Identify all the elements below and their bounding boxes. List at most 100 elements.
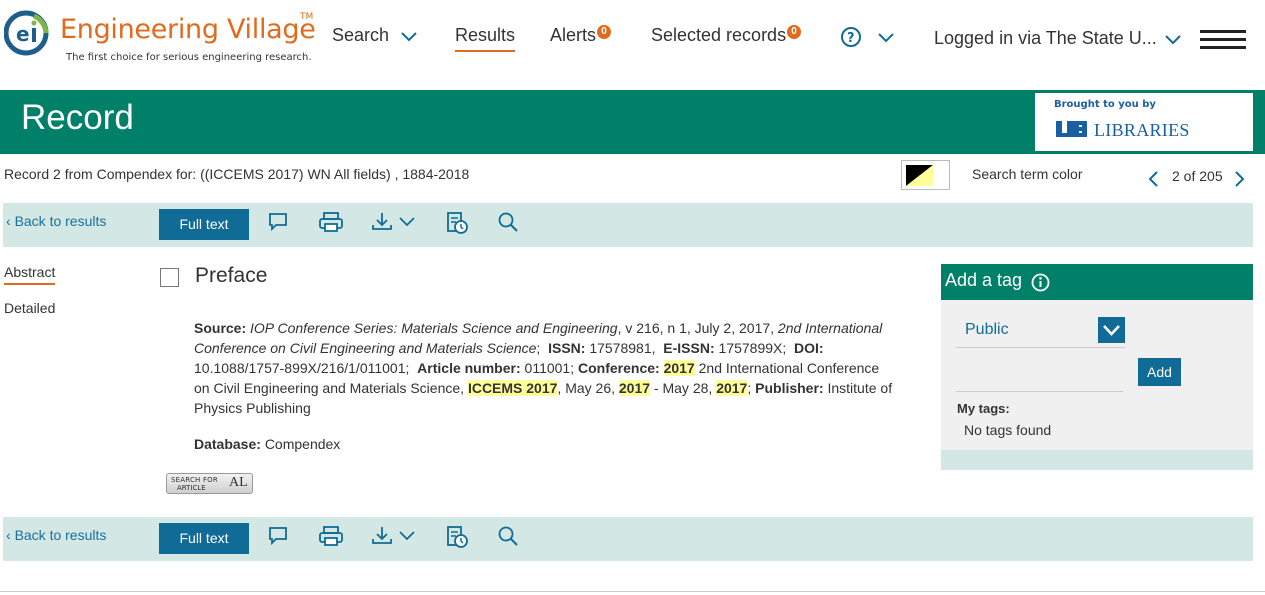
no-tags-message: No tags found (964, 422, 1052, 438)
record-toolbar-bottom: ‹ Back to results Full text (3, 517, 1253, 561)
print-icon[interactable] (318, 211, 344, 233)
top-header: e Engineering Village TM The first choic… (0, 0, 1265, 90)
chevron-right-icon[interactable] (1234, 170, 1246, 188)
database-line: Database: Compendex (194, 436, 340, 452)
full-text-button[interactable]: Full text (159, 209, 249, 240)
nav-search[interactable]: Search (332, 25, 418, 46)
nav-selected-label: Selected records (651, 25, 787, 45)
search-icon[interactable] (497, 525, 519, 547)
chevron-down-icon (878, 33, 894, 43)
sfa-bottom-label: ARTICLE (177, 484, 206, 492)
chevron-left-icon: ‹ (6, 213, 11, 229)
logo-trademark: TM (300, 12, 314, 22)
search-for-article-button[interactable]: SEARCH FOR ARTICLE AL (166, 473, 253, 494)
search-term-highlight: ICCEMS 2017 (467, 380, 558, 396)
brought-to-you-label: Brought to you by (1054, 99, 1156, 110)
page-title: Record (21, 98, 134, 137)
add-tag-title: Add a tag (945, 270, 1023, 290)
database-label: Database: (194, 436, 261, 452)
help-circle-icon: ? (841, 27, 861, 48)
page-bottom-divider (0, 591, 1265, 592)
nav-help[interactable]: ? (840, 26, 895, 48)
add-tag-header: Add a tag (941, 264, 1253, 300)
doi-value[interactable]: 10.1088/1757-899X/216/1/011001 (194, 360, 406, 376)
record-title[interactable]: Preface (195, 264, 267, 288)
print-icon[interactable] (318, 525, 344, 547)
tag-visibility-select[interactable]: Public (956, 316, 1125, 348)
tag-visibility-value: Public (965, 321, 1009, 338)
publisher-label: Publisher: (755, 380, 824, 396)
download-icon[interactable] (371, 211, 417, 233)
source-label: Source: (194, 320, 247, 336)
add-tag-button[interactable]: Add (1138, 358, 1181, 386)
libraries-label: LIBRARIES (1094, 120, 1190, 140)
sfa-mark: AL (229, 475, 248, 490)
hamburger-menu-icon[interactable] (1200, 30, 1246, 49)
record-search-summary: Record 2 from Compendex for: ((ICCEMS 20… (4, 166, 470, 182)
search-term-color-label: Search term color (972, 166, 1083, 182)
comment-icon[interactable] (267, 211, 289, 233)
comment-icon[interactable] (267, 525, 289, 547)
full-text-button[interactable]: Full text (159, 523, 249, 554)
logo-title: Engineering Village (60, 14, 316, 45)
color-swatch-icon (906, 165, 933, 186)
svg-text:e: e (16, 22, 30, 46)
ub-logo-icon (1056, 121, 1087, 137)
eissn-label: E-ISSN: (663, 340, 715, 356)
conference-date-end: - May 28, (650, 380, 717, 396)
login-label: Logged in via The State U... (934, 28, 1157, 48)
back-to-results-link[interactable]: ‹ Back to results (6, 527, 106, 543)
tab-abstract[interactable]: Abstract (4, 264, 56, 285)
chevron-left-icon[interactable] (1147, 170, 1159, 188)
pager-position: 2 of 205 (1172, 168, 1223, 184)
my-tags-label: My tags: (957, 401, 1010, 416)
info-icon[interactable] (1031, 273, 1050, 292)
search-term-highlight: 2017 (618, 380, 651, 396)
tag-input[interactable] (956, 362, 1123, 392)
record-banner: Record Brought to you by LIBRARIES (0, 90, 1265, 154)
database-value: Compendex (264, 436, 341, 452)
search-term-color-picker[interactable] (901, 160, 950, 190)
select-record-checkbox[interactable] (160, 268, 179, 287)
ev-logo-icon: e (4, 10, 49, 56)
nav-results-label: Results (455, 25, 516, 45)
svg-text:?: ? (847, 31, 855, 46)
engineering-village-logo[interactable]: e Engineering Village TM The first choic… (4, 8, 324, 68)
conference-label: Conference: (578, 360, 660, 376)
article-number-label: Article number: (417, 360, 521, 376)
download-icon[interactable] (371, 525, 417, 547)
history-icon[interactable] (445, 211, 469, 235)
conference-date-start: , May 26, (557, 380, 619, 396)
source-details: , v 216, n 1, July 2, 2017, (617, 320, 778, 336)
chevron-left-icon: ‹ (6, 527, 11, 543)
search-term-highlight: 2017 (716, 380, 748, 396)
issn-label: ISSN: (548, 340, 586, 356)
nav-search-label: Search (332, 25, 390, 45)
nav-login-account[interactable]: Logged in via The State U... (934, 28, 1182, 49)
sfa-top-label: SEARCH FOR (171, 476, 218, 484)
logo-tagline: The first choice for serious engineering… (66, 52, 312, 63)
nav-alerts-label: Alerts (550, 25, 597, 45)
chevron-down-icon (401, 32, 417, 42)
issn-value: 17578981 (589, 340, 652, 356)
search-icon[interactable] (497, 211, 519, 233)
source-journal: IOP Conference Series: Materials Science… (250, 320, 618, 336)
search-term-highlight: 2017 (663, 360, 695, 376)
selected-count-badge: 0 (787, 25, 802, 39)
tab-detailed[interactable]: Detailed (4, 300, 55, 316)
nav-alerts[interactable]: Alerts 0 (550, 25, 612, 46)
nav-selected-records[interactable]: Selected records 0 (651, 25, 802, 46)
tag-panel-footer (941, 450, 1253, 470)
doi-label: DOI: (794, 340, 824, 356)
nav-results[interactable]: Results (455, 25, 516, 52)
add-tag-panel: Add a tag Public Add My tags: No tags fo… (941, 264, 1253, 470)
alerts-count-badge: 0 (597, 25, 612, 39)
library-branding[interactable]: Brought to you by LIBRARIES (1035, 93, 1253, 151)
history-icon[interactable] (445, 525, 469, 549)
back-to-results-link[interactable]: ‹ Back to results (6, 213, 106, 229)
eissn-value: 1757899X (718, 340, 783, 356)
record-toolbar-top: ‹ Back to results Full text (3, 203, 1253, 247)
back-to-results-label: Back to results (14, 527, 107, 543)
chevron-down-icon (1165, 35, 1181, 45)
record-citation: Source: IOP Conference Series: Materials… (194, 320, 893, 416)
